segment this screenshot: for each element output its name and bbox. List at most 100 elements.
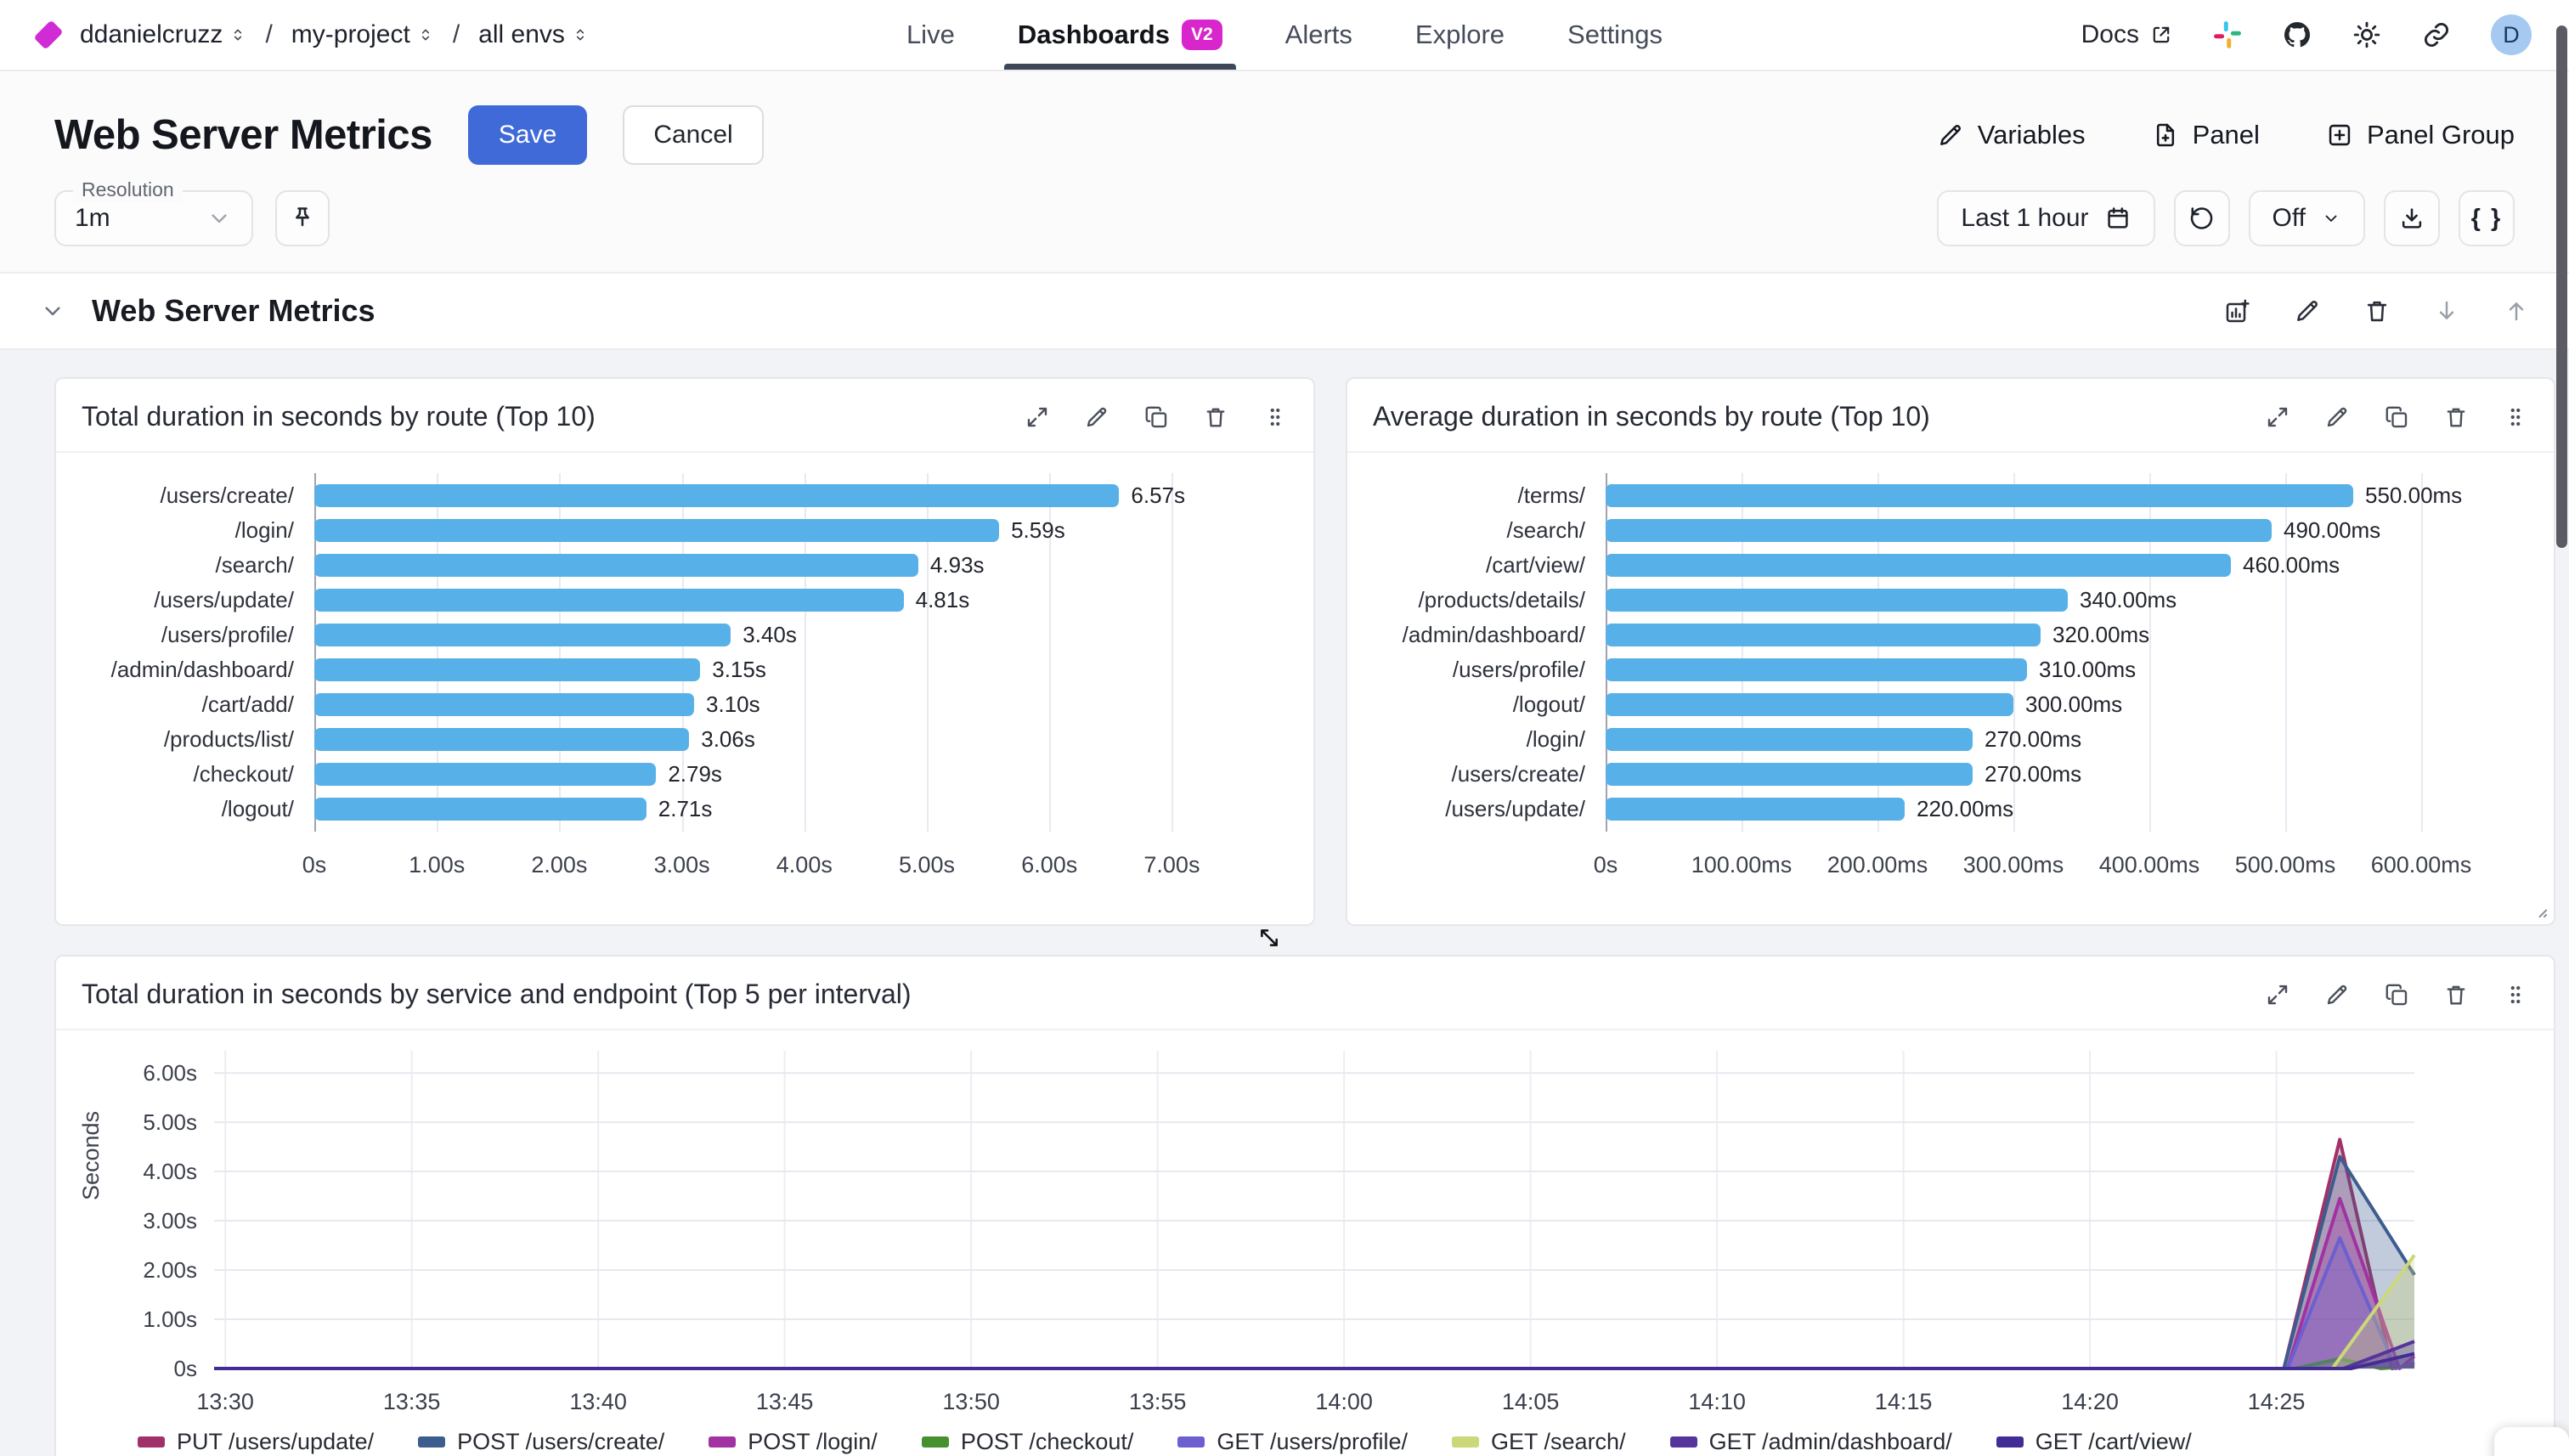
tab-settings[interactable]: Settings — [1567, 0, 1663, 70]
legend-item[interactable]: GET /users/profile/ — [1177, 1429, 1408, 1455]
expand-icon[interactable] — [2265, 982, 2290, 1007]
tab-explore[interactable]: Explore — [1415, 0, 1505, 70]
arrow-down-icon[interactable] — [2433, 297, 2460, 324]
panel-header: Total duration in seconds by route (Top … — [56, 379, 1313, 453]
pencil-icon[interactable] — [2324, 982, 2350, 1007]
chevron-updown-icon — [229, 26, 246, 43]
bar-category-label: /search/ — [1351, 517, 1606, 544]
cancel-button[interactable]: Cancel — [623, 105, 763, 165]
bar-value-label: 550.00ms — [2365, 483, 2462, 509]
avatar[interactable]: D — [2491, 14, 2532, 55]
bar-value-label: 3.06s — [701, 726, 755, 753]
legend: PUT /users/update/POST /users/create/POS… — [56, 1427, 2554, 1456]
pencil-icon[interactable] — [2294, 297, 2321, 324]
breadcrumb-org[interactable]: ddanielcruzz — [80, 20, 246, 49]
grip-icon[interactable] — [1262, 404, 1288, 430]
legend-item[interactable]: POST /checkout/ — [922, 1429, 1134, 1455]
breadcrumb-env[interactable]: all envs — [478, 20, 589, 49]
svg-text:1.00s: 1.00s — [143, 1306, 197, 1332]
expand-icon[interactable] — [2265, 404, 2290, 430]
bar-row: /search/4.93s — [314, 548, 1276, 583]
refresh-button[interactable] — [2174, 190, 2230, 246]
legend-item[interactable]: PUT /users/update/ — [138, 1429, 374, 1455]
docs-link[interactable]: Docs — [2081, 20, 2173, 49]
bar — [1606, 519, 2272, 542]
tab-dashboards[interactable]: Dashboards V2 — [1018, 0, 1222, 70]
collapse-chevron-icon[interactable] — [39, 297, 66, 324]
auto-refresh-select[interactable]: Off — [2249, 190, 2365, 246]
link-icon[interactable] — [2421, 20, 2452, 50]
slack-icon[interactable] — [2212, 20, 2243, 50]
x-axis-tick: 4.00s — [776, 852, 833, 878]
svg-text:14:25: 14:25 — [2248, 1389, 2306, 1414]
svg-text:14:15: 14:15 — [1875, 1389, 1933, 1414]
calendar-icon — [2104, 205, 2131, 232]
bar-row: /checkout/2.79s — [314, 757, 1276, 792]
panel-actions — [2265, 982, 2528, 1007]
arrow-up-icon[interactable] — [2503, 297, 2530, 324]
save-button[interactable]: Save — [468, 105, 587, 165]
bar-chart: /users/create/6.57s/login/5.59s/search/4… — [56, 478, 1313, 900]
pencil-icon[interactable] — [1084, 404, 1109, 430]
bar-value-label: 6.57s — [1131, 483, 1185, 509]
pencil-icon[interactable] — [2324, 404, 2350, 430]
bar-row: /users/create/270.00ms — [1606, 757, 2516, 792]
bar — [1606, 728, 1973, 751]
breadcrumb-project[interactable]: my-project — [291, 20, 434, 49]
pencil-icon — [1937, 121, 1964, 149]
time-range-button[interactable]: Last 1 hour — [1937, 190, 2154, 246]
trash-icon[interactable] — [2443, 404, 2469, 430]
grip-icon[interactable] — [2503, 982, 2528, 1007]
bar-value-label: 320.00ms — [2052, 622, 2149, 648]
trash-icon[interactable] — [2443, 982, 2469, 1007]
pin-icon — [289, 205, 316, 232]
scrollbar[interactable] — [2554, 0, 2569, 1456]
json-view-button[interactable]: { } — [2459, 190, 2515, 246]
expand-icon[interactable] — [1025, 404, 1050, 430]
bar-category-label: /terms/ — [1351, 483, 1606, 509]
variables-button[interactable]: Variables — [1937, 120, 2086, 150]
github-icon[interactable] — [2282, 20, 2312, 50]
section-title: Web Server Metrics — [92, 293, 375, 329]
legend-item[interactable]: POST /login/ — [709, 1429, 878, 1455]
legend-label: POST /login/ — [748, 1429, 878, 1455]
bar-row: /users/update/4.81s — [314, 583, 1276, 618]
legend-item[interactable]: GET /admin/dashboard/ — [1670, 1429, 1952, 1455]
copy-icon[interactable] — [2384, 404, 2409, 430]
svg-text:13:40: 13:40 — [569, 1389, 627, 1414]
pin-button[interactable] — [275, 190, 330, 246]
bar-value-label: 220.00ms — [1917, 796, 2013, 822]
bar — [314, 624, 731, 646]
time-series-chart: Seconds 0s1.00s2.00s3.00s4.00s5.00s6.00s… — [56, 1030, 2554, 1427]
add-panel-group-button[interactable]: Panel Group — [2326, 120, 2515, 150]
legend-label: GET /admin/dashboard/ — [1709, 1429, 1952, 1455]
legend-item[interactable]: GET /cart/view/ — [1996, 1429, 2192, 1455]
download-button[interactable] — [2384, 190, 2440, 246]
copy-icon[interactable] — [1143, 404, 1169, 430]
add-panel-button[interactable]: Panel — [2152, 120, 2260, 150]
controls-row: Resolution 1m Last 1 hour Off { } — [0, 170, 2569, 272]
scrollbar-thumb[interactable] — [2556, 25, 2567, 548]
copy-icon[interactable] — [2384, 982, 2409, 1007]
x-axis-tick: 1.00s — [409, 852, 465, 878]
bar — [314, 693, 694, 716]
legend-item[interactable]: GET /search/ — [1452, 1429, 1626, 1455]
bar-category-label: /checkout/ — [59, 761, 314, 787]
bar-value-label: 3.10s — [706, 691, 760, 718]
panel-header: Average duration in seconds by route (To… — [1347, 379, 2554, 453]
svg-text:13:55: 13:55 — [1129, 1389, 1187, 1414]
svg-text:14:00: 14:00 — [1315, 1389, 1373, 1414]
grip-icon[interactable] — [2503, 404, 2528, 430]
tab-live[interactable]: Live — [906, 0, 955, 70]
trash-icon[interactable] — [1203, 404, 1228, 430]
chart-add-icon[interactable] — [2224, 297, 2251, 324]
bar-category-label: /logout/ — [59, 796, 314, 822]
x-axis-tick: 6.00s — [1021, 852, 1077, 878]
env-name: all envs — [478, 20, 565, 49]
resolution-select[interactable]: Resolution 1m — [54, 190, 253, 246]
trash-icon[interactable] — [2363, 297, 2391, 324]
tab-alerts[interactable]: Alerts — [1285, 0, 1352, 70]
sun-icon[interactable] — [2352, 20, 2382, 50]
corner-resize-icon[interactable] — [2528, 899, 2550, 921]
legend-item[interactable]: POST /users/create/ — [418, 1429, 664, 1455]
